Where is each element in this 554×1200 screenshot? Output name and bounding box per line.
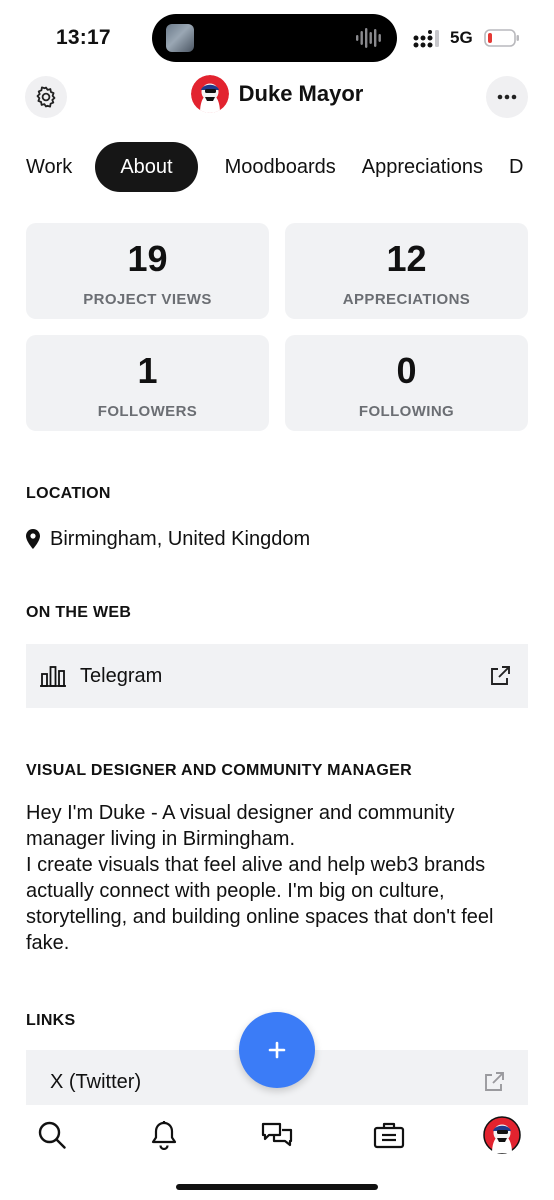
stat-appreciations: 12 APPRECIATIONS: [285, 223, 528, 319]
stat-value: 12: [386, 238, 427, 279]
status-time: 13:17: [56, 26, 111, 49]
tab-work[interactable]: Work: [26, 142, 85, 192]
nav-jobs[interactable]: [369, 1115, 409, 1155]
avatar[interactable]: [190, 75, 229, 113]
tab-moodboards[interactable]: Moodboards: [212, 142, 349, 192]
network-type: 5G: [450, 28, 473, 47]
signal-icon: [413, 30, 439, 48]
nav-profile[interactable]: [482, 1115, 522, 1155]
nav-notifications[interactable]: [144, 1115, 184, 1155]
create-button[interactable]: [239, 1012, 315, 1088]
about-title: VISUAL DESIGNER AND COMMUNITY MANAGER: [26, 762, 412, 779]
stat-value: 1: [137, 350, 158, 391]
stat-project-views: 19 PROJECT VIEWS: [26, 223, 269, 319]
stat-label: PROJECT VIEWS: [83, 291, 212, 308]
external-link-icon: [485, 1072, 504, 1091]
tab-about[interactable]: About: [95, 142, 198, 192]
nav-search[interactable]: [32, 1115, 72, 1155]
profile-tabs: Work About Moodboards Appreciations D: [26, 142, 554, 192]
stat-followers[interactable]: 1 FOLLOWERS: [26, 335, 269, 431]
more-icon: [497, 94, 517, 100]
battery-icon: [484, 29, 519, 47]
on-the-web-title: ON THE WEB: [26, 604, 132, 621]
location-pin-icon: [26, 529, 40, 549]
nav-messages[interactable]: [257, 1115, 297, 1155]
bio-paragraph: Hey I'm Duke - A visual designer and com…: [26, 802, 455, 850]
tab-overflow[interactable]: D: [496, 142, 536, 192]
stat-value: 0: [396, 350, 417, 391]
more-options-button[interactable]: [486, 76, 528, 118]
now-playing-thumbnail: [166, 24, 194, 52]
profile-avatar: [483, 1116, 521, 1154]
dynamic-island: [152, 14, 397, 62]
tab-appreciations[interactable]: Appreciations: [349, 142, 496, 192]
bio-text: Hey I'm Duke - A visual designer and com…: [26, 800, 526, 956]
bar-chart-icon: [40, 666, 66, 687]
profile-name: Duke Mayor: [238, 81, 364, 106]
stat-label: FOLLOWERS: [97, 403, 198, 420]
location-row: Birmingham, United Kingdom: [26, 526, 310, 552]
audio-wave-icon: [356, 28, 381, 48]
stat-value: 19: [127, 238, 168, 279]
plus-icon: [268, 1041, 286, 1059]
search-icon: [38, 1121, 66, 1149]
links-title: LINKS: [26, 1012, 76, 1029]
stat-label: FOLLOWING: [358, 403, 455, 420]
home-indicator: [176, 1184, 378, 1190]
location-text: Birmingham, United Kingdom: [50, 527, 311, 550]
location-title: LOCATION: [26, 485, 111, 502]
web-link-telegram[interactable]: Telegram: [26, 644, 528, 708]
status-bar: 13:17 5G: [0, 0, 554, 72]
profile-header: Duke Mayor: [0, 72, 554, 116]
bell-icon: [151, 1121, 177, 1150]
external-link-icon: [491, 666, 510, 685]
messages-icon: [261, 1122, 293, 1147]
stat-label: APPRECIATIONS: [342, 291, 471, 308]
briefcase-icon: [373, 1122, 405, 1149]
web-link-label: Telegram: [80, 664, 163, 687]
bio-paragraph: I create visuals that feel alive and hel…: [26, 854, 494, 954]
stat-following[interactable]: 0 FOLLOWING: [285, 335, 528, 431]
